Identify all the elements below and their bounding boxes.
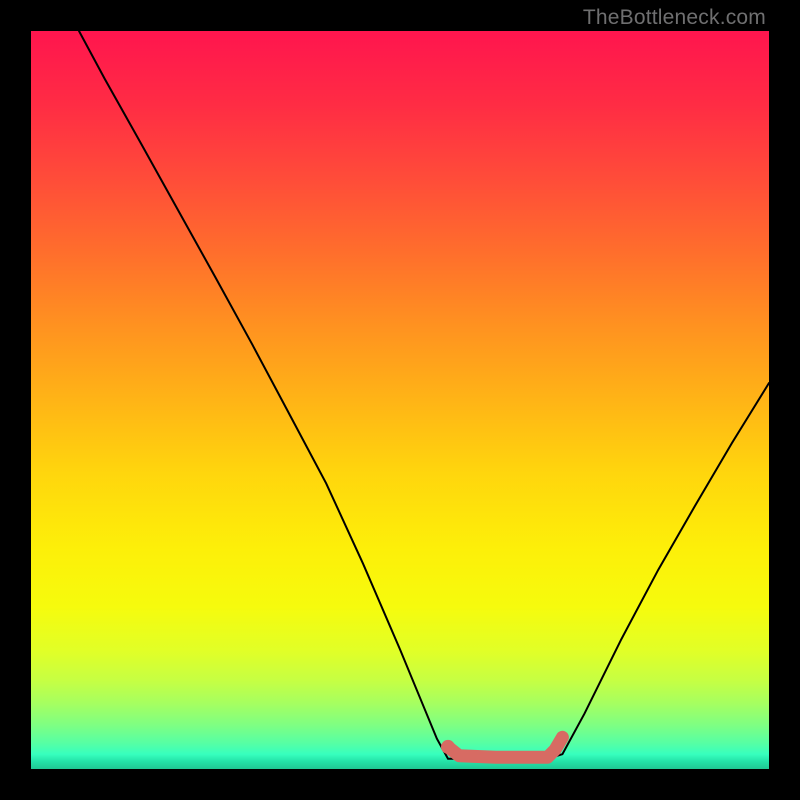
chart-svg — [31, 31, 769, 769]
sweet-spot-dot — [441, 740, 455, 754]
sweet-spot-band — [448, 737, 562, 757]
bottleneck-curve — [79, 31, 769, 759]
chart-frame: TheBottleneck.com — [0, 0, 800, 800]
watermark-text: TheBottleneck.com — [583, 6, 766, 30]
chart-plot-area — [31, 31, 769, 769]
